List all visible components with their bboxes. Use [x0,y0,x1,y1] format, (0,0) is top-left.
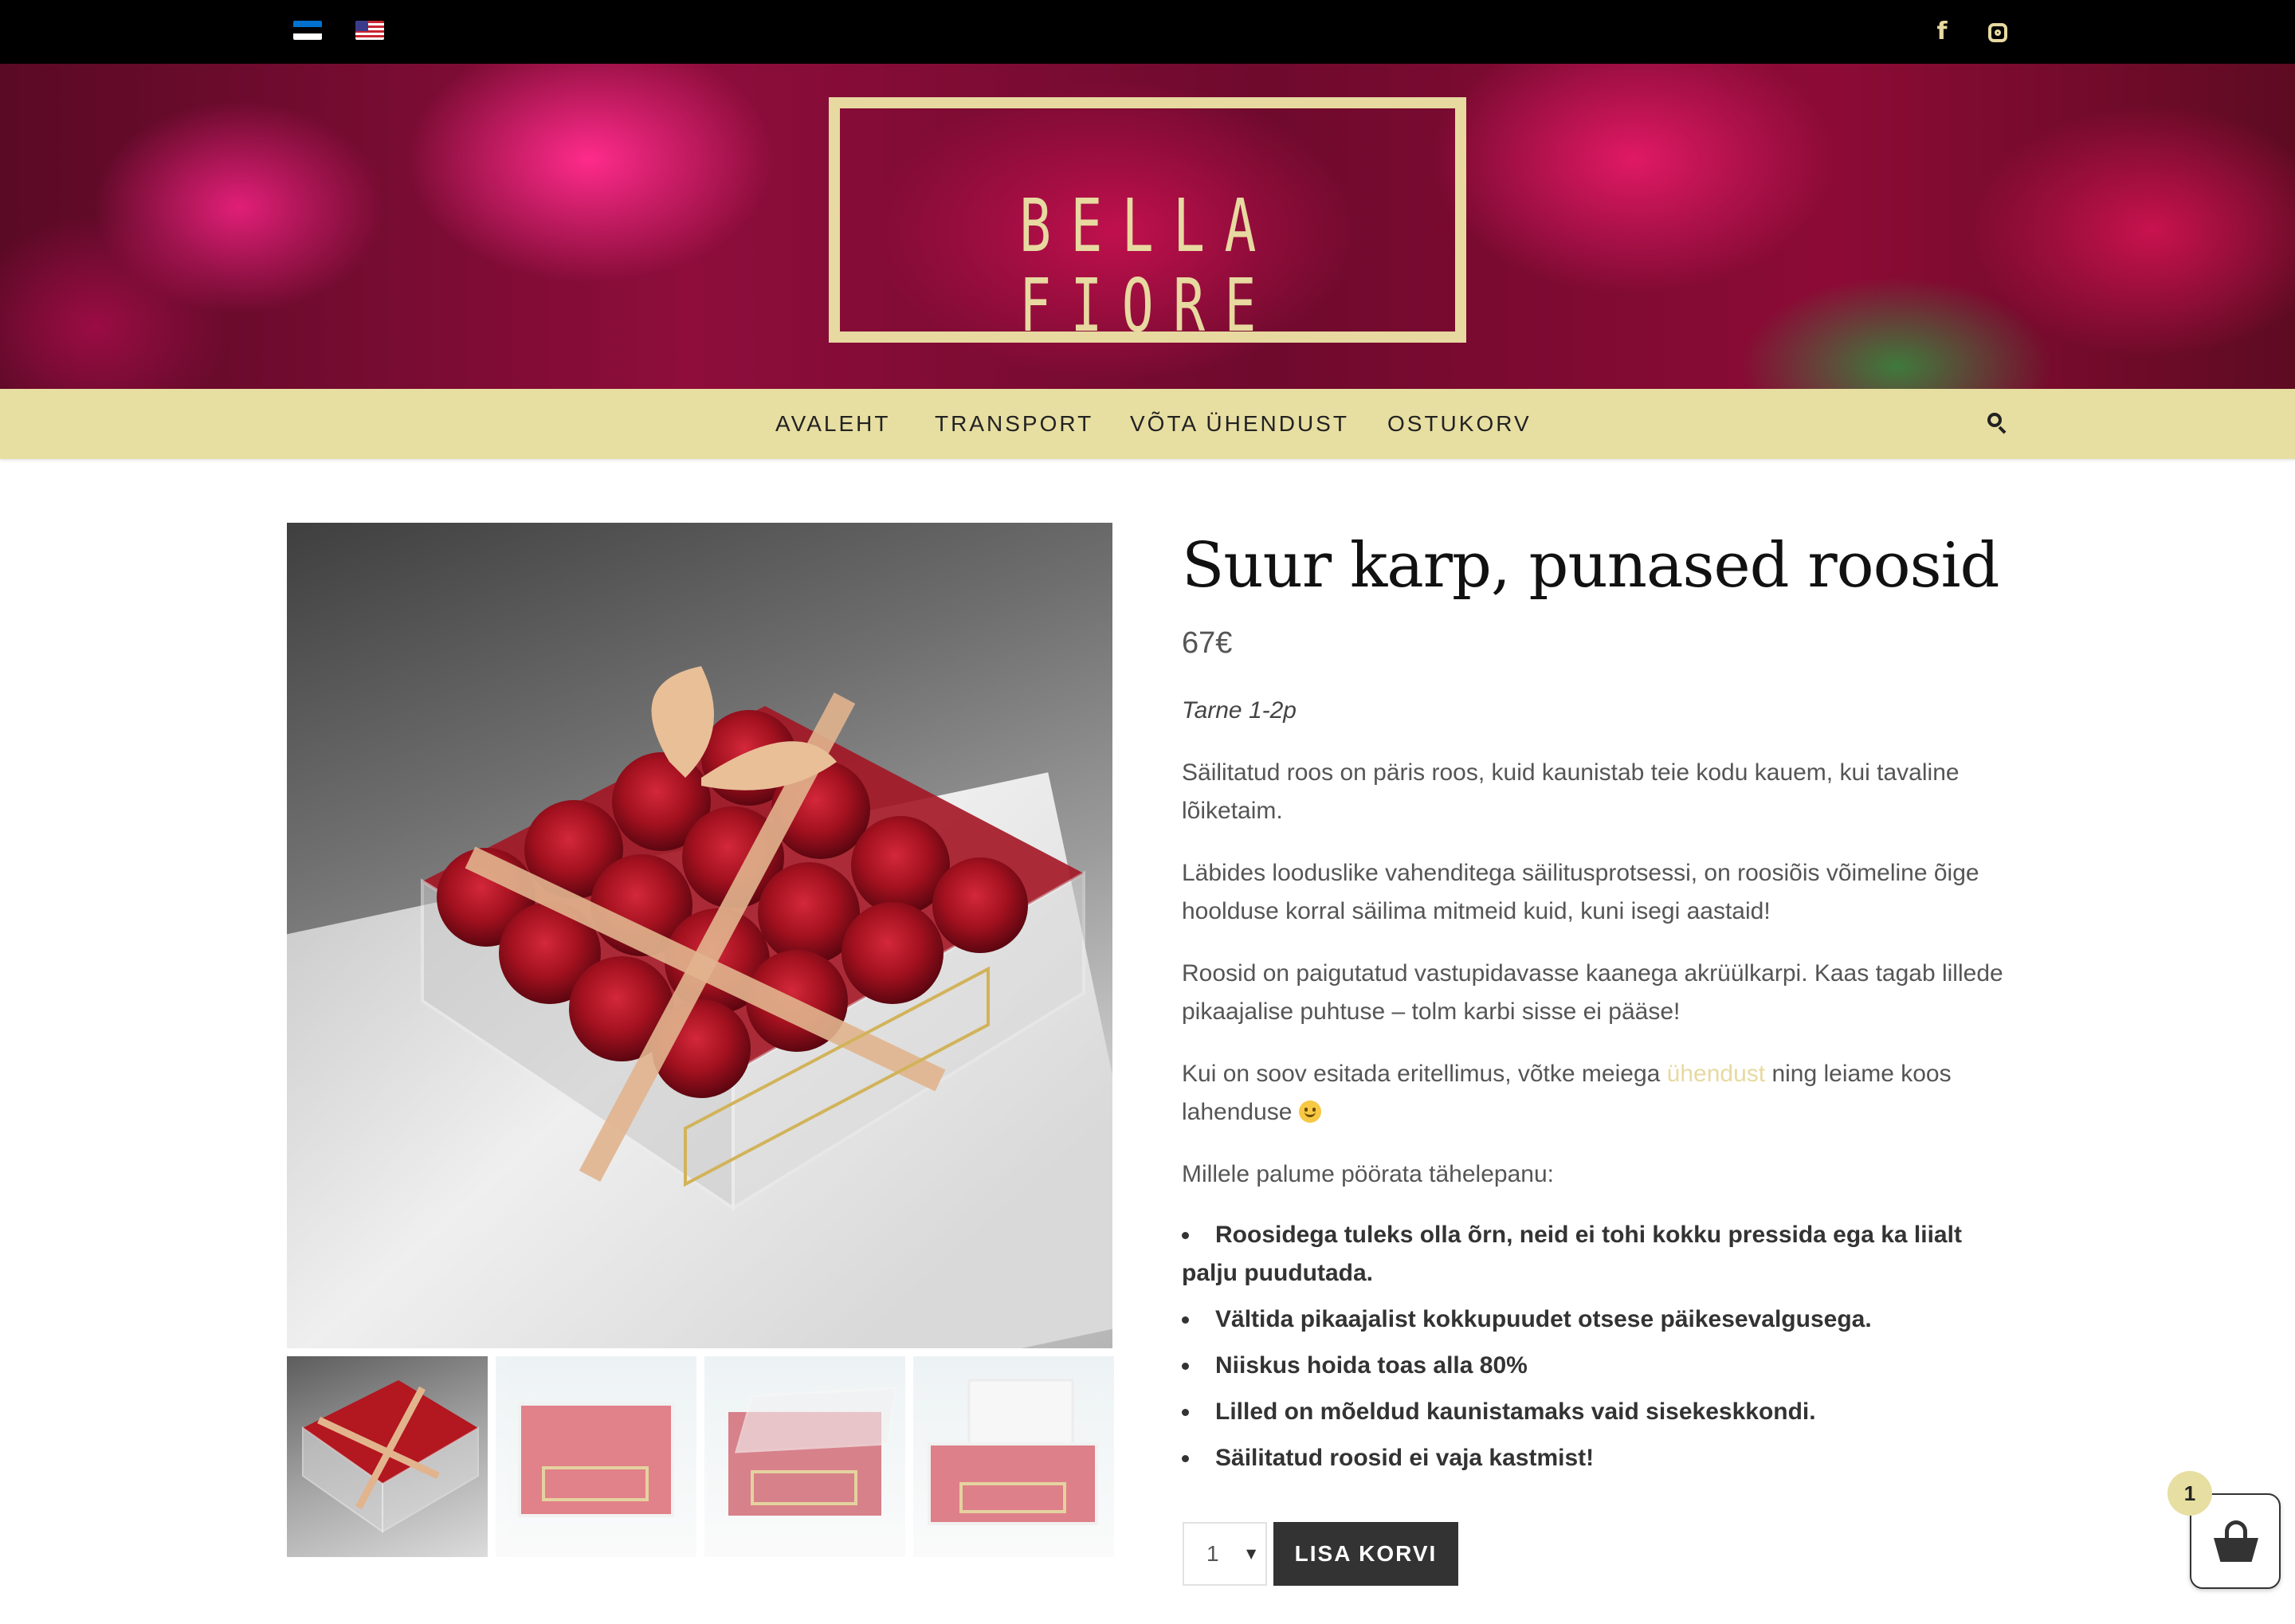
nav-item-cart[interactable]: OSTUKORV [1387,389,1532,459]
nav-item-home[interactable]: AVALEHT [775,389,890,459]
product-price: 67€ [1182,626,1233,660]
top-bar: f [0,0,2295,64]
list-item: Säilitatud roosid ei vaja kastmist! [1182,1439,2011,1477]
rose-box-thumbnail [728,1387,897,1516]
custom-order-note: Kui on soov esitada eritellimus, võtke m… [1182,1055,2011,1132]
care-instructions-list: Roosidega tuleks olla õrn, neid ei tohi … [1182,1216,2011,1485]
list-item: Vältida pikaajalist kokkupuudet otsese p… [1182,1300,2011,1339]
rose-box-thumbnail [928,1379,1098,1525]
search-icon[interactable] [1987,413,2007,434]
nav-item-contact[interactable]: VÕTA ÜHENDUST [1130,389,1349,459]
description-paragraph: Säilitatud roos on päris roos, kuid kaun… [1182,759,1960,824]
description-paragraph: Läbides looduslike vahenditega säilitusp… [1182,860,1979,924]
add-to-cart-button[interactable]: LISA KORVI [1273,1522,1458,1586]
hero-banner: BELLA FIORE [0,64,2295,389]
chevron-down-icon: ▼ [1246,1546,1257,1561]
basket-icon [2214,1520,2258,1565]
nav-item-transport[interactable]: TRANSPORT [935,389,1093,459]
quantity-value: 1 [1206,1541,1219,1566]
description-paragraph: Roosid on paigutatud vastupidavasse kaan… [1182,960,2003,1025]
rose-box-illustration [421,666,1085,1211]
main-navigation: AVALEHT TRANSPORT VÕTA ÜHENDUST OSTUKORV [0,389,2295,459]
quantity-select[interactable]: 1 ▼ [1183,1522,1267,1586]
product-main-image[interactable] [287,523,1112,1348]
rose-box-thumbnail [302,1380,479,1533]
contact-link[interactable]: ühendust [1667,1061,1765,1087]
list-item: Lilled on mõeldud kaunistamaks vaid sise… [1182,1393,2011,1431]
smiley-icon [1298,1100,1321,1123]
facebook-icon[interactable]: f [1924,14,1960,49]
cart-count-badge: 1 [2168,1471,2212,1516]
rose-box-thumbnail [518,1402,674,1517]
logo-text: BELLA FIORE [1019,183,1276,348]
estonian-flag-icon[interactable] [293,21,322,40]
care-heading: Millele palume pöörata tähelepanu: [1182,1161,1554,1187]
gallery-thumbnail[interactable] [287,1356,488,1557]
gallery-thumbnail[interactable] [704,1356,905,1557]
instagram-icon[interactable] [1980,14,2015,49]
list-item: Roosidega tuleks olla õrn, neid ei tohi … [1182,1216,2011,1293]
us-flag-icon[interactable] [355,21,384,40]
gallery-thumbnail[interactable] [496,1356,696,1557]
list-item: Niiskus hoida toas alla 80% [1182,1347,2011,1385]
site-logo[interactable]: BELLA FIORE [829,97,1466,348]
custom-order-text: Kui on soov esitada eritellimus, võtke m… [1182,1061,1667,1087]
product-title: Suur karp, punased roosid [1182,530,1999,602]
gallery-thumbnail[interactable] [913,1356,1114,1557]
delivery-time: Tarne 1-2p [1182,697,1297,724]
